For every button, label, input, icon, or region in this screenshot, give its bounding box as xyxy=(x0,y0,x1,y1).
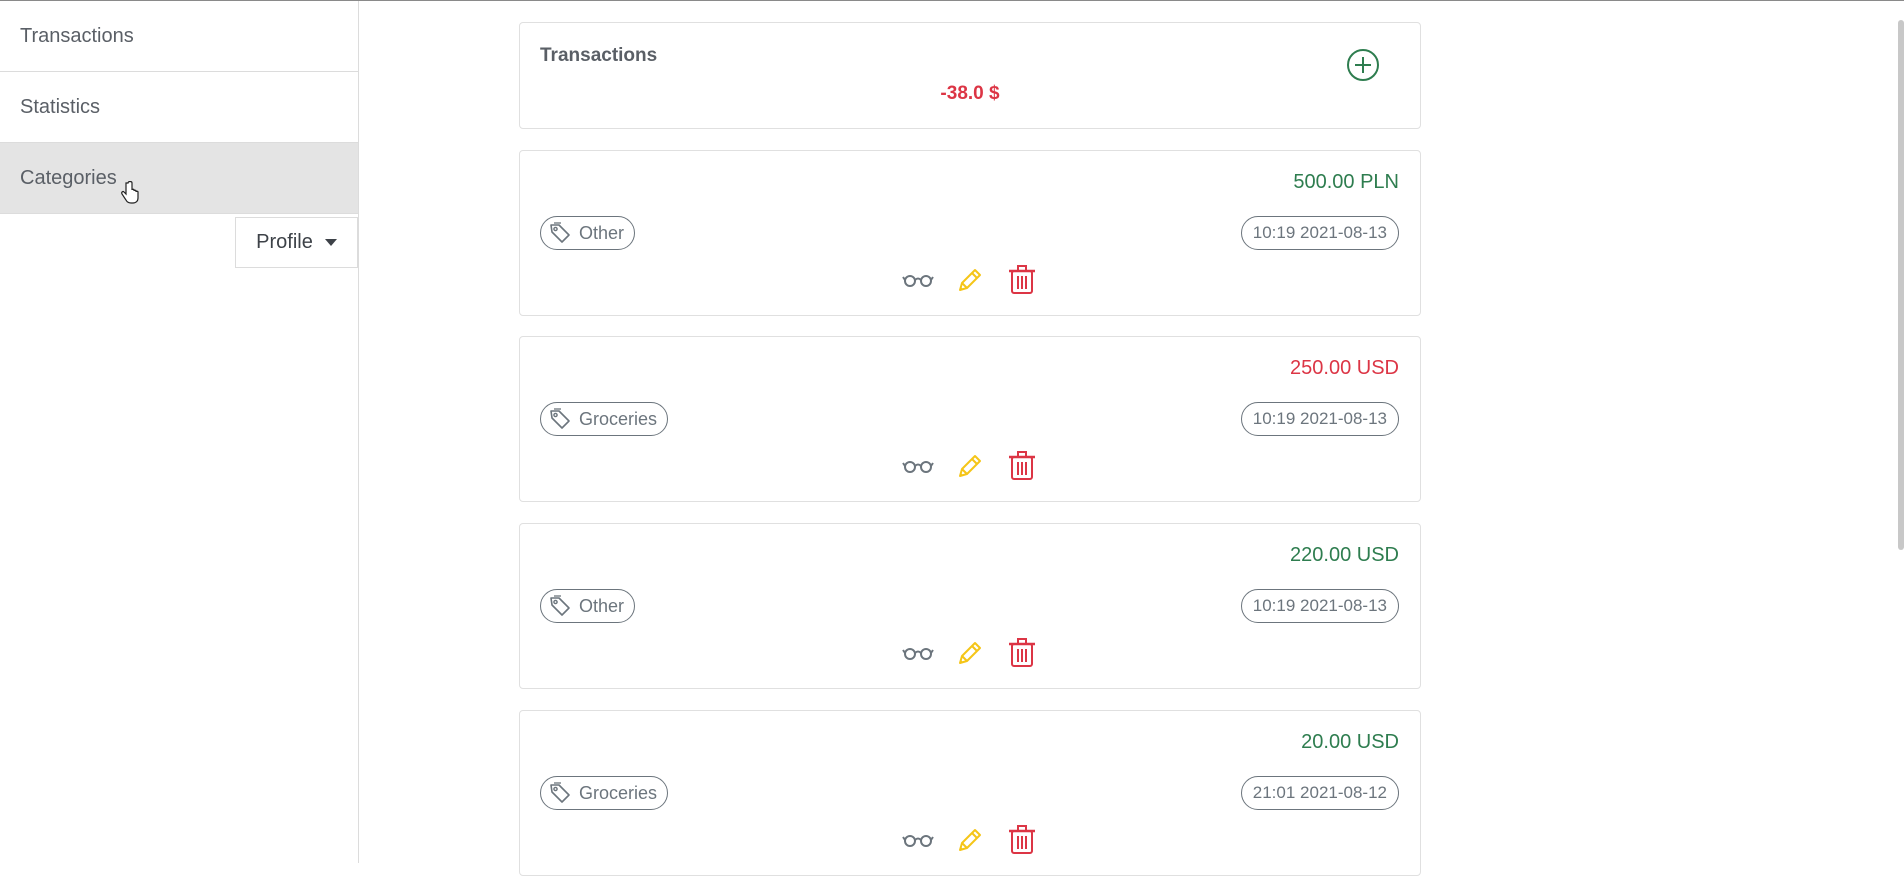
datetime-badge: 10:19 2021-08-13 xyxy=(1240,216,1399,250)
transaction-amount: 500.00 PLN xyxy=(1293,171,1399,193)
transaction-amount: 250.00 USD xyxy=(1290,357,1399,379)
transaction-card: 220.00 USD Other 10:19 2021-08-13 xyxy=(519,523,1421,689)
pencil-icon[interactable] xyxy=(953,263,987,297)
trash-icon[interactable] xyxy=(1005,263,1039,297)
datetime-badge: 10:19 2021-08-13 xyxy=(1240,589,1399,623)
category-label: Groceries xyxy=(579,408,658,429)
category-label: Other xyxy=(579,222,625,243)
datetime-badge: 21:01 2021-08-12 xyxy=(1240,776,1399,810)
sidebar-item-statistics[interactable]: Statistics xyxy=(0,72,358,143)
hand-pointer-icon xyxy=(121,181,139,204)
sidebar-item-categories[interactable]: Categories xyxy=(0,143,358,214)
eyeglasses-icon[interactable] xyxy=(901,823,935,857)
sidebar-item-label: Categories xyxy=(20,166,117,189)
caret-down-icon xyxy=(324,239,337,246)
tag-icon xyxy=(549,782,571,804)
balance-total: -38.0 $ xyxy=(940,83,1000,104)
pencil-icon[interactable] xyxy=(953,636,987,670)
transaction-actions xyxy=(520,263,1420,297)
sidebar-item-label: Statistics xyxy=(20,95,101,118)
page-title: Transactions xyxy=(540,45,658,66)
trash-icon[interactable] xyxy=(1005,449,1039,483)
pencil-icon[interactable] xyxy=(953,823,987,857)
category-badge: Other xyxy=(540,216,636,250)
transactions-summary-card: Transactions -38.0 $ xyxy=(519,22,1421,129)
scrollbar[interactable] xyxy=(1898,20,1904,550)
category-label: Other xyxy=(579,595,625,616)
transaction-actions xyxy=(520,449,1420,483)
profile-label: Profile xyxy=(256,231,313,253)
category-badge: Groceries xyxy=(540,402,669,436)
transaction-actions xyxy=(520,636,1420,670)
transaction-amount: 220.00 USD xyxy=(1290,544,1399,566)
category-badge: Groceries xyxy=(540,776,669,810)
transaction-actions xyxy=(520,823,1420,857)
sidebar-item-transactions[interactable]: Transactions xyxy=(0,1,358,72)
plus-circle-icon[interactable] xyxy=(1346,48,1380,82)
profile-dropdown-button[interactable]: Profile xyxy=(235,217,358,268)
transaction-card: 250.00 USD Groceries 10:19 2021-08-13 xyxy=(519,336,1421,502)
trash-icon[interactable] xyxy=(1005,823,1039,857)
tag-icon xyxy=(549,222,571,244)
tag-icon xyxy=(549,408,571,430)
category-label: Groceries xyxy=(579,782,658,803)
eyeglasses-icon[interactable] xyxy=(901,263,935,297)
transaction-amount: 20.00 USD xyxy=(1301,731,1399,753)
sidebar-item-label: Transactions xyxy=(20,24,134,47)
eyeglasses-icon[interactable] xyxy=(901,636,935,670)
datetime-badge: 10:19 2021-08-13 xyxy=(1240,402,1399,436)
transaction-card: 500.00 PLN Other 10:19 2021-08-13 xyxy=(519,150,1421,316)
pencil-icon[interactable] xyxy=(953,449,987,483)
trash-icon[interactable] xyxy=(1005,636,1039,670)
category-badge: Other xyxy=(540,589,636,623)
transaction-card: 20.00 USD Groceries 21:01 2021-08-12 xyxy=(519,710,1421,876)
sidebar: Transactions Statistics Categories Profi… xyxy=(0,1,359,863)
tag-icon xyxy=(549,595,571,617)
eyeglasses-icon[interactable] xyxy=(901,449,935,483)
